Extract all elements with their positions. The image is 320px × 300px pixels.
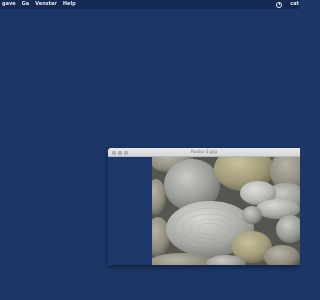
menu-bar-status: cat <box>276 0 300 9</box>
image-view[interactable] <box>152 157 300 265</box>
window-title: Rocks-3.jpg <box>191 150 217 155</box>
preview-window[interactable]: Rocks-3.jpg <box>108 148 300 265</box>
menu-item-gave[interactable]: gave <box>2 0 16 9</box>
menu-items: gave Ga Venster Help <box>0 0 76 9</box>
clock-icon[interactable] <box>276 1 283 8</box>
menu-bar: gave Ga Venster Help cat <box>0 0 300 9</box>
menu-item-help[interactable]: Help <box>63 0 76 9</box>
user-name[interactable]: cat <box>290 0 300 9</box>
menu-item-go[interactable]: Ga <box>22 0 29 9</box>
photo-icon <box>152 157 300 265</box>
menu-item-venster[interactable]: Venster <box>35 0 57 9</box>
desktop: gave Ga Venster Help cat Rocks-3.jpg <box>0 0 300 300</box>
window-sidebar <box>108 157 152 265</box>
window-titlebar[interactable]: Rocks-3.jpg <box>108 148 300 157</box>
